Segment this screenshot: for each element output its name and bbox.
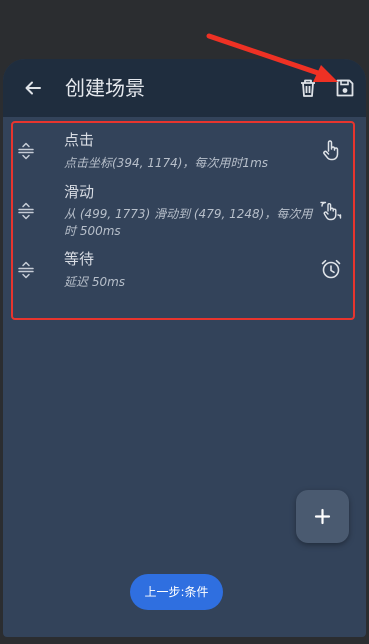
app-bar: 创建场景 bbox=[3, 59, 366, 117]
back-arrow-icon bbox=[25, 81, 41, 95]
drag-handle-icon bbox=[18, 142, 34, 160]
save-button[interactable] bbox=[333, 76, 357, 100]
step-title: 点击 bbox=[64, 131, 95, 149]
back-button[interactable] bbox=[21, 76, 45, 100]
page-title: 创建场景 bbox=[65, 76, 145, 100]
step-title: 等待 bbox=[64, 250, 95, 268]
trash-icon bbox=[301, 79, 315, 97]
previous-step-button[interactable]: 上一步:条件 bbox=[130, 574, 223, 610]
step-description: 从 (499, 1773) 滑动到 (479, 1248)，每次用时 500ms bbox=[64, 207, 313, 238]
step-type-icon bbox=[319, 199, 343, 223]
add-step-button[interactable] bbox=[296, 490, 349, 543]
screen: 创建场景 点击 点击坐标(394, 1174)，每次用时1ms 滑动 从 (49… bbox=[0, 0, 369, 644]
step-item-tap[interactable]: 点击 点击坐标(394, 1174)，每次用时1ms bbox=[3, 127, 366, 177]
step-description: 点击坐标(394, 1174)，每次用时1ms bbox=[64, 156, 269, 170]
save-icon bbox=[336, 79, 354, 97]
scene-editor-sheet: 创建场景 点击 点击坐标(394, 1174)，每次用时1ms 滑动 从 (49… bbox=[3, 59, 366, 637]
alarm-clock-icon bbox=[321, 259, 341, 279]
step-item-wait[interactable]: 等待 延迟 50ms bbox=[3, 246, 366, 296]
tap-hand-icon bbox=[323, 140, 339, 161]
drag-handle[interactable] bbox=[16, 201, 36, 221]
swipe-hand-icon bbox=[320, 201, 342, 221]
step-description: 延迟 50ms bbox=[64, 275, 126, 289]
drag-handle[interactable] bbox=[16, 260, 36, 280]
drag-handle-icon bbox=[18, 202, 34, 220]
plus-icon bbox=[314, 508, 331, 525]
delete-button[interactable] bbox=[296, 76, 320, 100]
drag-handle-icon bbox=[18, 261, 34, 279]
step-type-icon bbox=[319, 138, 343, 162]
step-item-swipe[interactable]: 滑动 从 (499, 1773) 滑动到 (479, 1248)，每次用时 50… bbox=[3, 179, 366, 243]
drag-handle[interactable] bbox=[16, 141, 36, 161]
step-type-icon bbox=[319, 257, 343, 281]
step-title: 滑动 bbox=[64, 183, 95, 201]
